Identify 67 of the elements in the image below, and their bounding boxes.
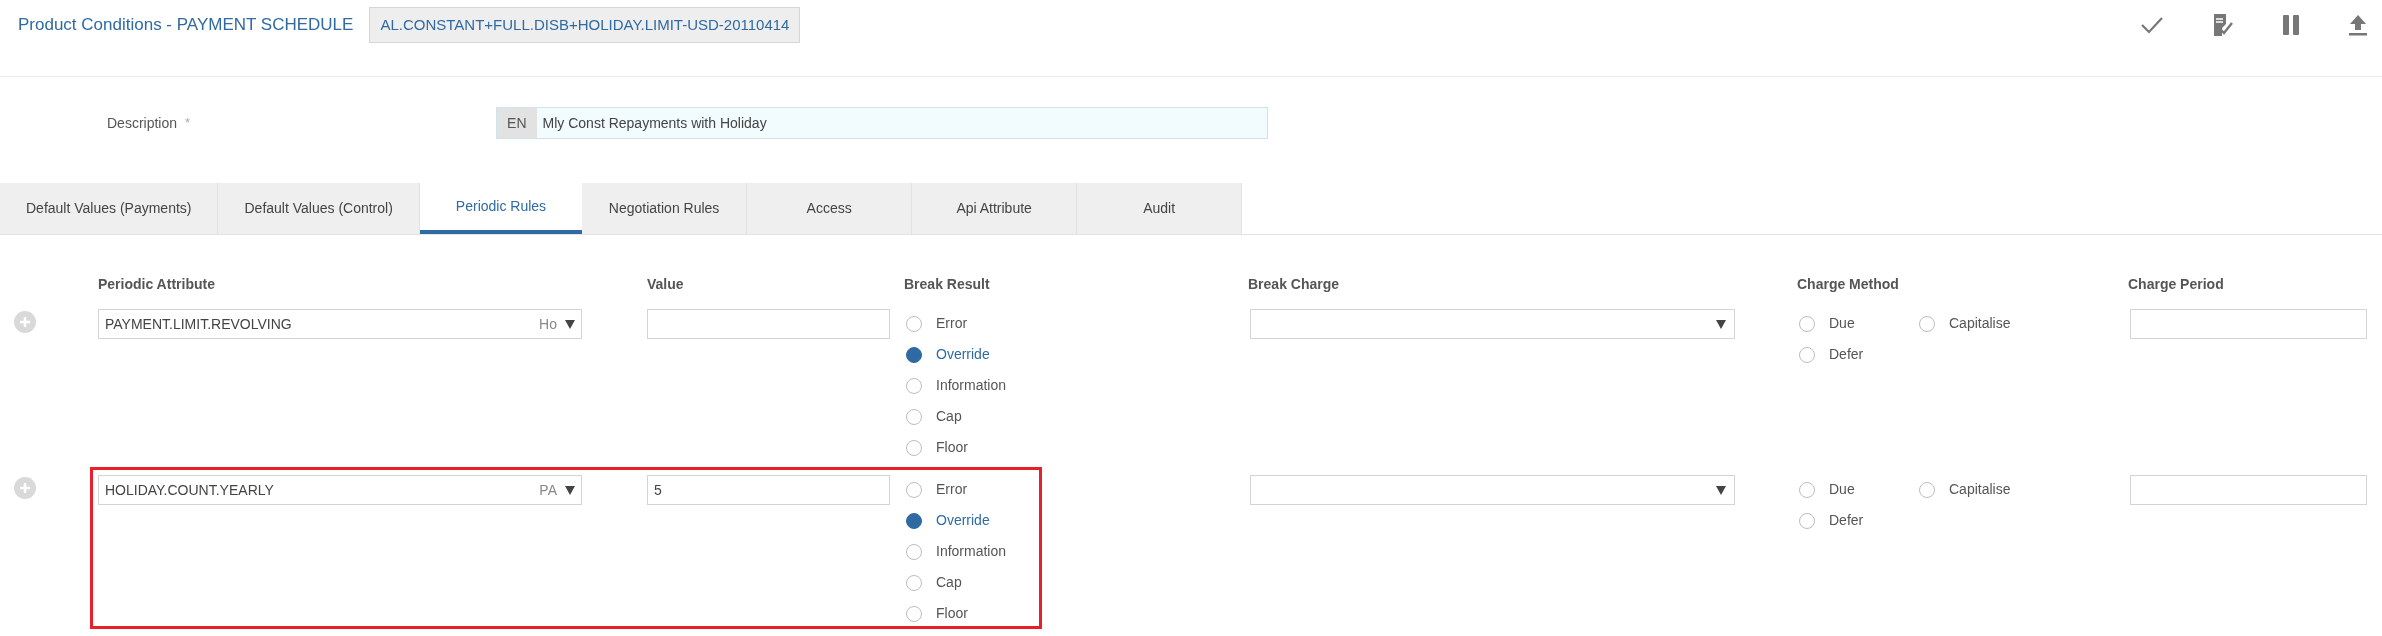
tab[interactable]: Api Attribute: [912, 183, 1078, 234]
charge-period-input[interactable]: [2130, 309, 2367, 339]
radio-button[interactable]: [906, 439, 922, 456]
radio-button[interactable]: [906, 605, 922, 622]
description-label: Description: [107, 113, 178, 133]
radio-button[interactable]: [1919, 481, 1935, 498]
radio-button[interactable]: [906, 512, 922, 529]
value-input[interactable]: 5: [647, 475, 890, 505]
caret-icon: [1716, 319, 1726, 329]
radio-label: Information: [936, 542, 1007, 561]
radio-label: Defer: [1829, 511, 1864, 530]
add-icon[interactable]: [14, 311, 36, 333]
required-mark: *: [185, 114, 191, 133]
column-header: Break Charge: [1248, 275, 1341, 294]
tab[interactable]: Default Values (Payments): [0, 183, 219, 234]
column-header: Value: [647, 275, 685, 294]
pause-icon[interactable]: [2282, 14, 2300, 36]
tab[interactable]: Access: [747, 183, 913, 234]
radio-label: Floor: [936, 438, 968, 457]
column-header: Break Result: [904, 275, 991, 294]
radio-label: Override: [936, 511, 990, 530]
radio-button[interactable]: [906, 408, 922, 425]
radio-button[interactable]: [1799, 512, 1815, 529]
attribute-select[interactable]: HOLIDAY.COUNT.YEARLY PA: [98, 475, 582, 505]
tab[interactable]: Default Values (Control): [218, 183, 420, 234]
radio-button[interactable]: [1919, 315, 1935, 332]
radio-button[interactable]: [906, 481, 922, 498]
radio-label: Defer: [1829, 345, 1864, 364]
radio-label: Error: [936, 480, 968, 499]
column-header: Charge Period: [2128, 275, 2224, 294]
upload-icon[interactable]: [2348, 14, 2368, 36]
radio-label: Capitalise: [1949, 314, 2011, 333]
radio-button[interactable]: [1799, 315, 1815, 332]
column-header: Charge Method: [1797, 275, 1900, 294]
radio-button[interactable]: [1799, 481, 1815, 498]
caret-icon: [565, 319, 575, 329]
radio-button[interactable]: [906, 346, 922, 363]
radio-button[interactable]: [906, 543, 922, 560]
radio-label: Error: [936, 314, 968, 333]
tab[interactable]: Negotiation Rules: [582, 183, 748, 234]
tab[interactable]: Audit: [1077, 183, 1243, 234]
attribute-select[interactable]: PAYMENT.LIMIT.REVOLVING Ho: [98, 309, 582, 339]
page-title: Product Conditions - PAYMENT SCHEDULE: [18, 14, 354, 37]
radio-label: Due: [1829, 314, 1855, 333]
radio-label: Floor: [936, 604, 968, 623]
description-field[interactable]: EN Mly Const Repayments with Holiday: [496, 107, 1269, 139]
column-header: Periodic Attribute: [98, 275, 216, 294]
radio-label: Due: [1829, 480, 1855, 499]
radio-label: Override: [936, 345, 990, 364]
radio-button[interactable]: [906, 315, 922, 332]
radio-button[interactable]: [906, 574, 922, 591]
break-charge-select[interactable]: [1250, 309, 1735, 339]
value-input[interactable]: [647, 309, 890, 339]
add-icon[interactable]: [14, 477, 36, 499]
caret-icon: [1716, 485, 1726, 495]
radio-button[interactable]: [1799, 346, 1815, 363]
document-check-icon[interactable]: [2212, 13, 2234, 37]
caret-icon: [565, 485, 575, 495]
radio-label: Information: [936, 376, 1007, 395]
radio-label: Cap: [936, 573, 962, 592]
break-charge-select[interactable]: [1250, 475, 1735, 505]
check-icon[interactable]: [2140, 15, 2164, 35]
radio-label: Capitalise: [1949, 480, 2011, 499]
record-id-chip: AL.CONSTANT+FULL.DISB+HOLIDAY.LIMIT-USD-20110414: [369, 6, 801, 44]
radio-label: Cap: [936, 407, 962, 426]
radio-button[interactable]: [906, 377, 922, 394]
charge-period-input[interactable]: [2130, 475, 2367, 505]
